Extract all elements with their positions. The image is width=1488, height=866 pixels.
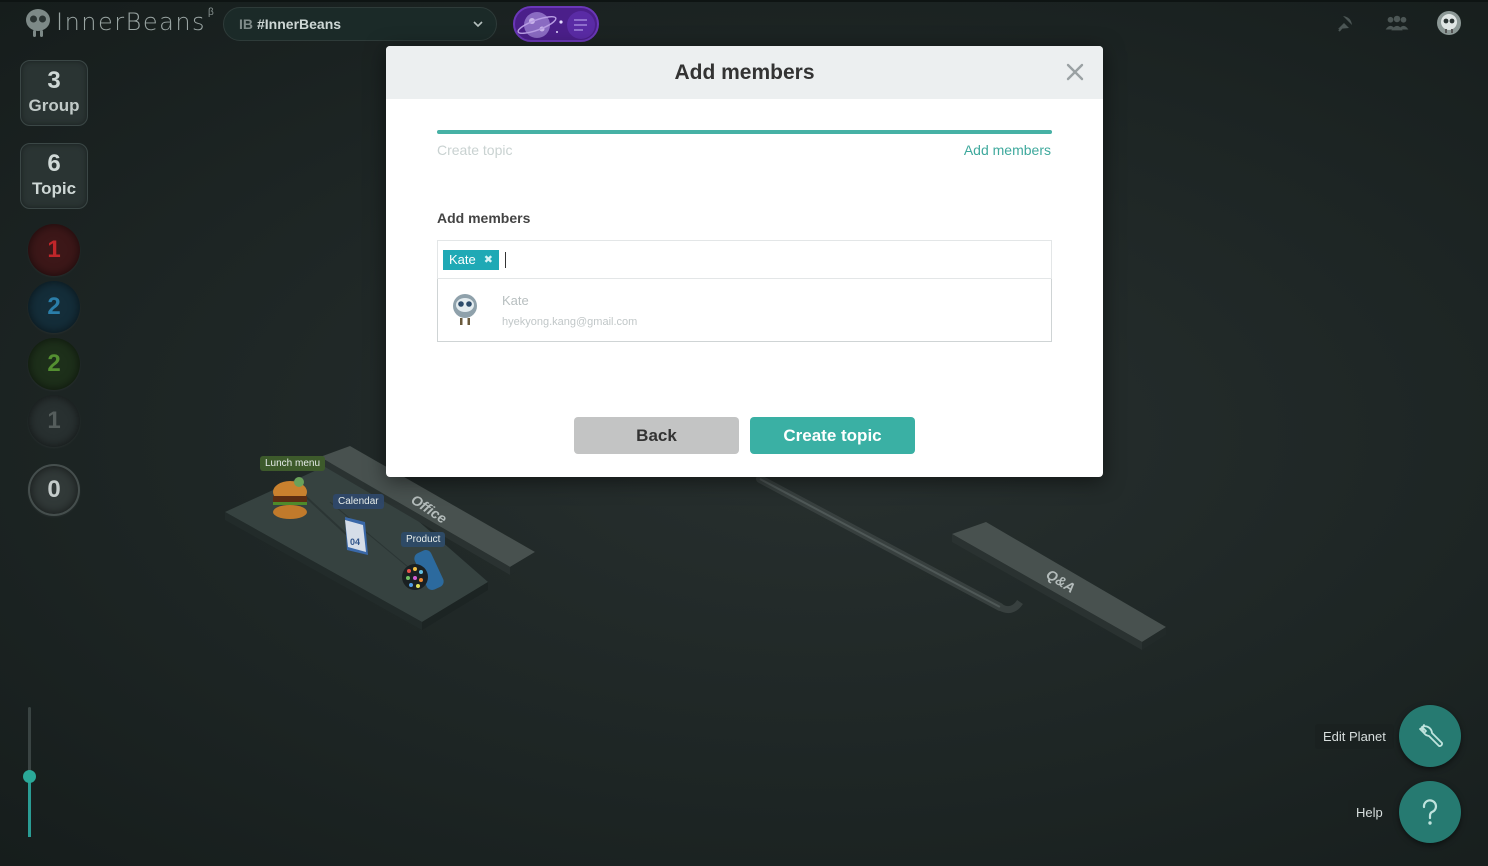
create-topic-button[interactable]: Create topic [750,417,915,454]
app-root: InnerBeans β IB #InnerBeans 3 Group 6 To… [0,0,1488,866]
step-progress-bar [437,130,1052,134]
add-members-modal: Add members Create topic Add members Add… [386,46,1103,477]
step-create-topic: Create topic [437,142,513,158]
suggestion-email: hyekyong.kang@gmail.com [502,315,638,328]
member-chip-label: Kate [449,251,476,267]
text-caret [504,251,506,268]
step-progress-fill [437,130,1052,134]
member-tag-input[interactable]: Kate ✖ [437,240,1052,279]
member-chip: Kate ✖ [443,249,499,270]
step-add-members: Add members [963,142,1051,158]
modal-title: Add members [674,60,815,84]
add-members-label: Add members [437,210,531,226]
back-button[interactable]: Back [574,417,739,454]
close-button[interactable] [1063,60,1087,84]
modal-header: Add members [386,46,1103,99]
close-icon [1066,63,1084,81]
suggestion-name: Kate [502,292,529,308]
member-avatar-icon [450,293,480,327]
remove-chip-icon[interactable]: ✖ [484,250,493,270]
member-suggestion[interactable]: Kate hyekyong.kang@gmail.com [437,279,1052,342]
